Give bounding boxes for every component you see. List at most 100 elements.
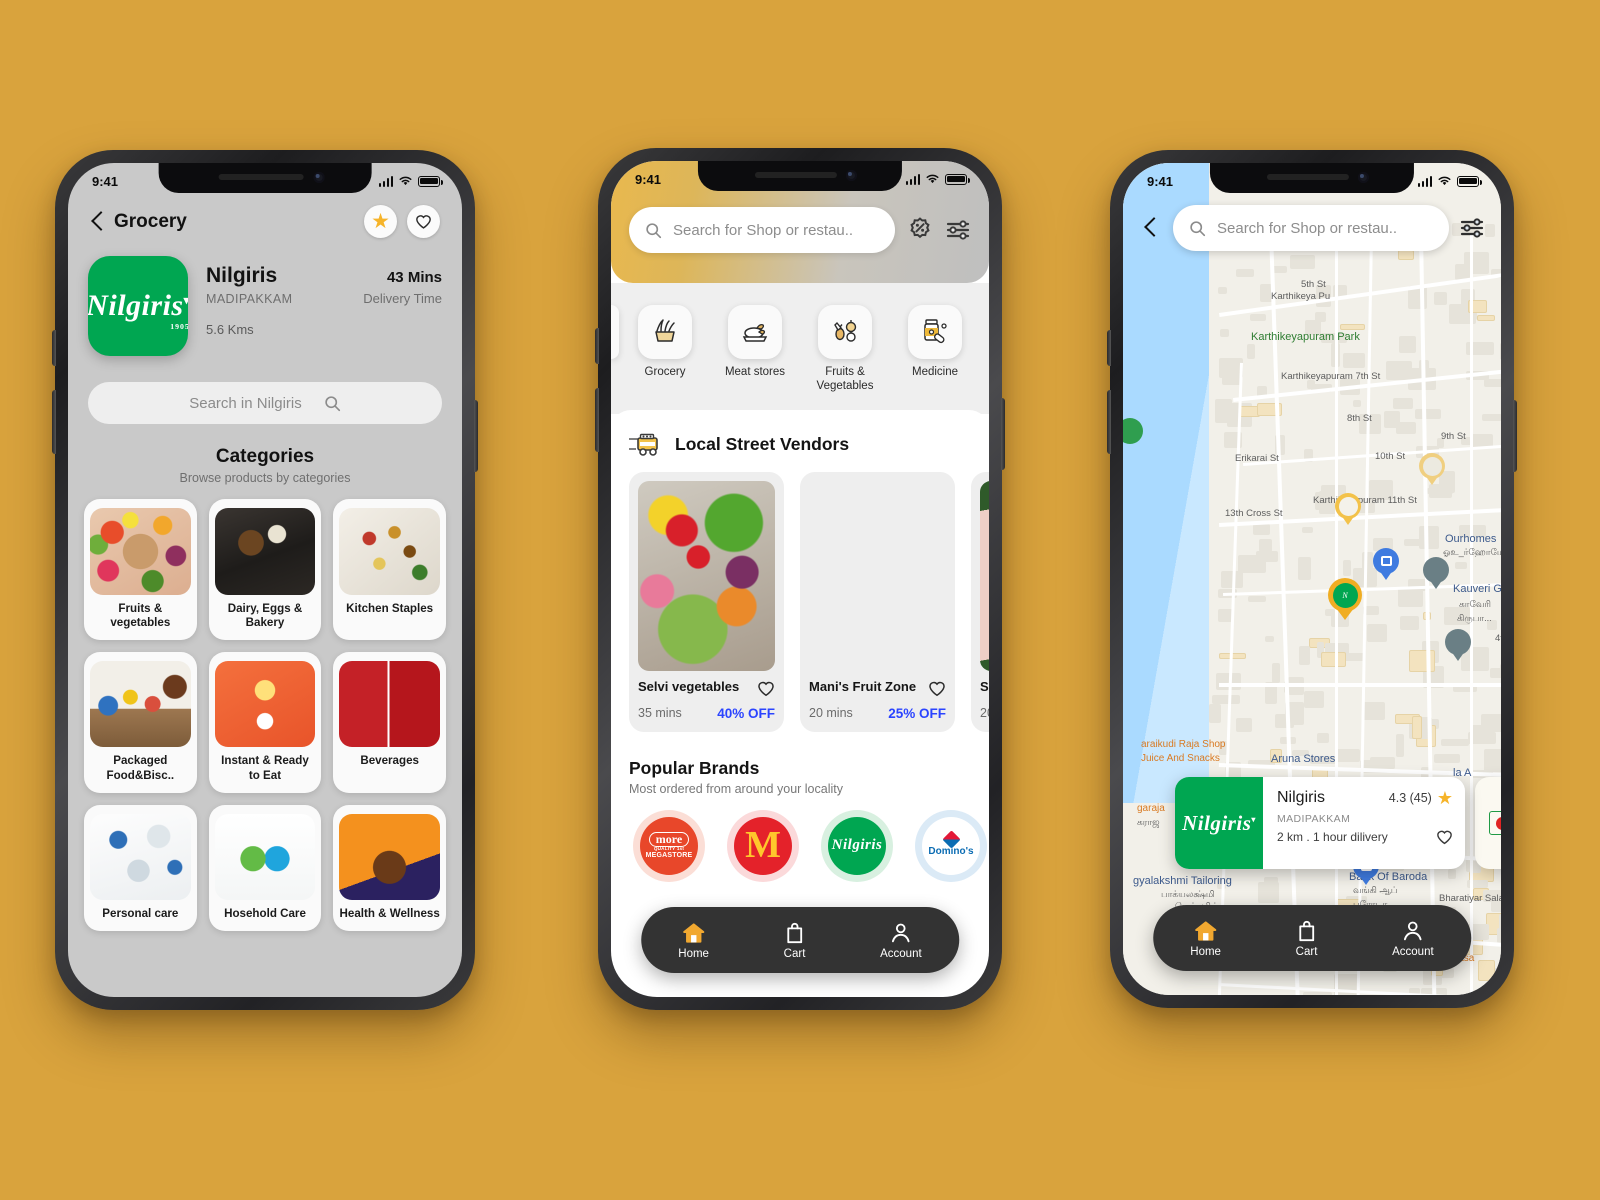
- map-building: [1434, 754, 1460, 763]
- categories-heading: Categories Browse products by categories: [68, 446, 462, 485]
- map-pin-nilgiris[interactable]: N: [1328, 578, 1362, 622]
- category-tile-grocery[interactable]: Grocery: [627, 305, 703, 394]
- map-label: 5th St: [1301, 279, 1326, 290]
- vendor-card[interactable]: Mani's Fruit Zone 20 mins 25% OFF: [800, 471, 955, 732]
- map-building: [1336, 749, 1360, 762]
- category-card[interactable]: Dairy, Eggs & Bakery: [208, 499, 322, 640]
- page-title: Grocery: [114, 210, 187, 232]
- category-label: Instant & Ready to Eat: [221, 754, 309, 782]
- filter-sliders-icon[interactable]: [945, 217, 971, 243]
- back-button[interactable]: [86, 210, 110, 234]
- brands-carousel[interactable]: more QUALITY 1st MEGASTORE M Nilgiris Domino'…: [611, 796, 989, 882]
- vendors-carousel[interactable]: Selvi vegetables 35 mins 40% OFF Mani's Fru…: [611, 458, 989, 742]
- category-card[interactable]: Instant & Ready to Eat: [208, 651, 322, 793]
- map-label: Juice And Snacks: [1141, 753, 1220, 764]
- tab-label: Account: [1392, 945, 1434, 958]
- map-search-input[interactable]: Search for Shop or restau..: [1173, 205, 1449, 251]
- store-card-logo: Nilgiris▾: [1175, 777, 1263, 869]
- map-building: [1478, 960, 1495, 981]
- discount-badge-icon[interactable]: [907, 217, 933, 243]
- home-search-input[interactable]: Search for Shop or restau..: [629, 207, 895, 253]
- brand-logo[interactable]: Domino's: [915, 809, 987, 882]
- power-button[interactable]: [474, 400, 478, 472]
- map-label: 8th St: [1347, 413, 1372, 424]
- category-card[interactable]: Personal care: [84, 804, 197, 932]
- category-tile-medicine[interactable]: Medicine: [897, 305, 973, 394]
- back-button[interactable]: [1139, 216, 1163, 240]
- screen-grocery-store: 9:41 Grocery ★ Nilgiris▾ 1905 Nilgiris 4…: [68, 163, 462, 997]
- store-search-input[interactable]: Search in Nilgiris: [88, 382, 442, 424]
- map-building: [1275, 714, 1294, 728]
- vendor-card[interactable]: Sh 20: [971, 471, 989, 732]
- map-pin-restaurant[interactable]: [1419, 453, 1445, 487]
- category-tile-meat-stores[interactable]: Meat stores: [717, 305, 793, 394]
- map-pin-edge[interactable]: [1123, 418, 1143, 452]
- store-distance: 5.6 Kms: [206, 322, 254, 337]
- brand-logo[interactable]: M: [727, 809, 799, 882]
- map-label: Erikarai St: [1235, 453, 1279, 464]
- heart-outline-icon[interactable]: [757, 680, 775, 697]
- wifi-icon: [399, 176, 412, 186]
- tab-label: Cart: [1295, 945, 1318, 958]
- phone-grocery-store: 9:41 Grocery ★ Nilgiris▾ 1905 Nilgiris 4…: [52, 150, 478, 1010]
- map-pin-vendor[interactable]: [1335, 493, 1361, 527]
- tab-label: Cart: [783, 947, 806, 960]
- map-label: Karthikeya Pu: [1271, 291, 1331, 302]
- map-building: [1343, 353, 1365, 368]
- map-building: [1218, 287, 1227, 294]
- map-canvas[interactable]: Karthikeyapuram Park 5th St Karthikeya Pu K…: [1123, 163, 1501, 995]
- map-search-row: Search for Shop or restau..: [1123, 205, 1501, 251]
- map-label: Karthikeyapuram Park: [1251, 331, 1360, 343]
- brand-glyph: Domino's: [928, 846, 974, 858]
- store-header: Nilgiris▾ 1905 Nilgiris 43 Mins MADIPAKK…: [68, 238, 462, 356]
- map-building: [1497, 928, 1501, 943]
- brand-logo[interactable]: more QUALITY 1st MEGASTORE: [633, 809, 705, 882]
- power-button[interactable]: [1513, 400, 1517, 472]
- store-card-rating: 4.3 (45): [1388, 791, 1432, 805]
- tab-home[interactable]: Home: [1190, 919, 1221, 958]
- category-tile-fruits-vegetables[interactable]: Fruits & Vegetables: [807, 305, 883, 394]
- category-card[interactable]: Packaged Food&Bisc..: [84, 651, 197, 793]
- vendor-card[interactable]: Selvi vegetables 35 mins 40% OFF: [629, 471, 784, 732]
- map-building: [1343, 560, 1351, 576]
- status-time: 9:41: [92, 173, 119, 189]
- store-card-nilgiris[interactable]: Nilgiris▾ Nilgiris 4.3 (45) ★ MADIPAKKAM…: [1175, 777, 1465, 869]
- map-building: [1253, 524, 1270, 535]
- vendor-mins: 20: [980, 705, 989, 720]
- star-button[interactable]: ★: [364, 205, 397, 238]
- tab-account[interactable]: Account: [1392, 919, 1434, 958]
- category-card[interactable]: Health & Wellness: [333, 804, 446, 932]
- map-label: 9th St: [1441, 431, 1466, 442]
- brand-logo[interactable]: Nilgiris: [821, 809, 893, 882]
- category-card[interactable]: Kitchen Staples: [333, 499, 446, 640]
- favorite-button[interactable]: [407, 205, 440, 238]
- store-card-location: MADIPAKKAM: [1277, 813, 1351, 825]
- tab-cart[interactable]: Cart: [783, 921, 806, 960]
- map-search-placeholder: Search for Shop or restau..: [1217, 219, 1398, 237]
- tab-cart[interactable]: Cart: [1295, 919, 1318, 958]
- category-thumbnail: [339, 508, 440, 595]
- map-pin-generic-1[interactable]: [1423, 557, 1449, 591]
- categories-title: Categories: [215, 446, 315, 467]
- wifi-icon: [1438, 176, 1451, 186]
- tab-account[interactable]: Account: [880, 921, 922, 960]
- store-card-secondary[interactable]: FRU ON GR: [1475, 777, 1501, 869]
- category-card[interactable]: Beverages: [333, 651, 446, 793]
- category-thumbnail: [214, 508, 316, 595]
- map-pin-shop-blue[interactable]: [1373, 548, 1399, 582]
- notch: [158, 163, 372, 193]
- map-building: [1212, 695, 1240, 704]
- category-card[interactable]: Hosehold Care: [208, 804, 322, 932]
- category-peek-tile[interactable]: [611, 305, 619, 359]
- heart-outline-icon[interactable]: [928, 680, 946, 697]
- front-camera: [313, 172, 325, 183]
- map-building: [1220, 404, 1238, 423]
- category-thumbnail: [339, 660, 440, 748]
- favorite-button[interactable]: [1436, 829, 1453, 845]
- filter-sliders-icon[interactable]: [1459, 215, 1485, 241]
- category-card[interactable]: Fruits & vegetables: [84, 499, 197, 640]
- map-pin-generic-2[interactable]: [1445, 629, 1471, 663]
- brand-glyph: M: [745, 824, 781, 867]
- power-button[interactable]: [1001, 398, 1005, 470]
- tab-home[interactable]: Home: [678, 921, 709, 960]
